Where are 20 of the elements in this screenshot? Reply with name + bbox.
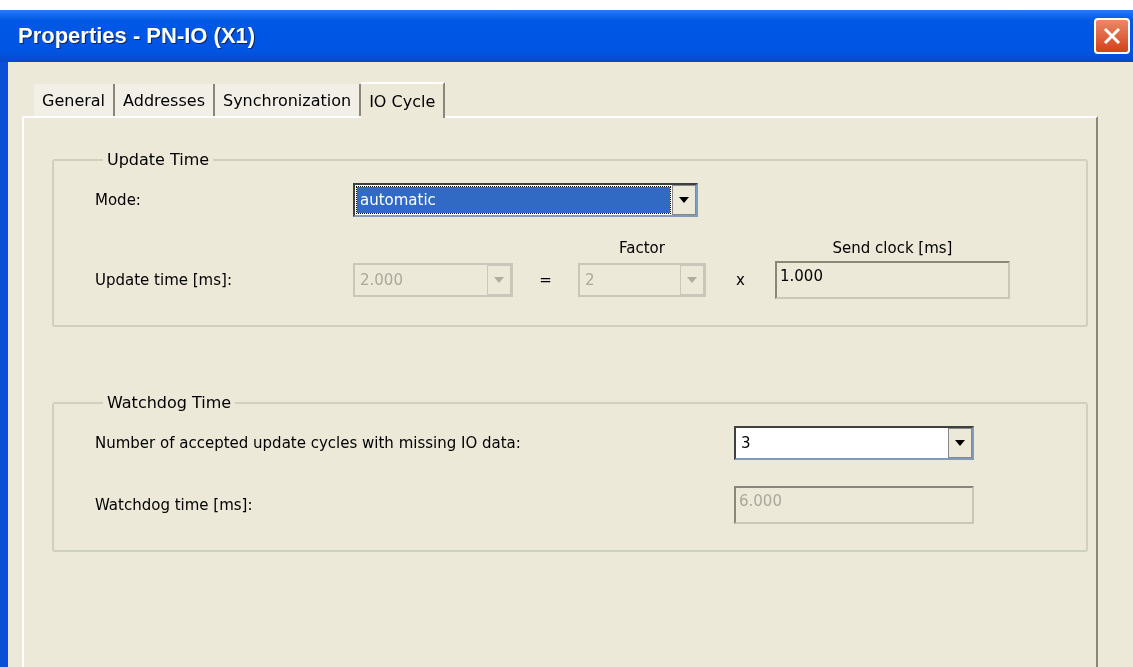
tab[interactable]: General xyxy=(34,84,116,116)
field-label: Mode: xyxy=(95,191,142,209)
tab[interactable]: Synchronization xyxy=(214,84,362,116)
equals-sign: = xyxy=(539,271,552,289)
multiply-sign: x xyxy=(736,271,745,289)
close-icon xyxy=(1102,26,1122,46)
group-title: Update Time xyxy=(106,150,211,169)
dropdown[interactable]: automatic xyxy=(353,183,698,217)
column-header: Factor xyxy=(619,239,665,257)
field-label: Watchdog time [ms]: xyxy=(95,496,254,514)
window-title: Properties - PN-IO (X1) xyxy=(18,23,256,49)
field-label: Number of accepted update cycles with missing IO data: xyxy=(95,434,522,452)
tab[interactable]: Addresses xyxy=(115,84,215,116)
close-button[interactable] xyxy=(1094,18,1130,54)
column-header: Send clock [ms] xyxy=(832,239,953,257)
group-title: Watchdog Time xyxy=(106,393,233,412)
dropdown[interactable]: 3 xyxy=(734,426,974,460)
field-label: Update time [ms]: xyxy=(95,271,233,289)
tab[interactable]: IO Cycle xyxy=(361,82,446,118)
input-field[interactable]: 1.000 xyxy=(775,261,1010,299)
